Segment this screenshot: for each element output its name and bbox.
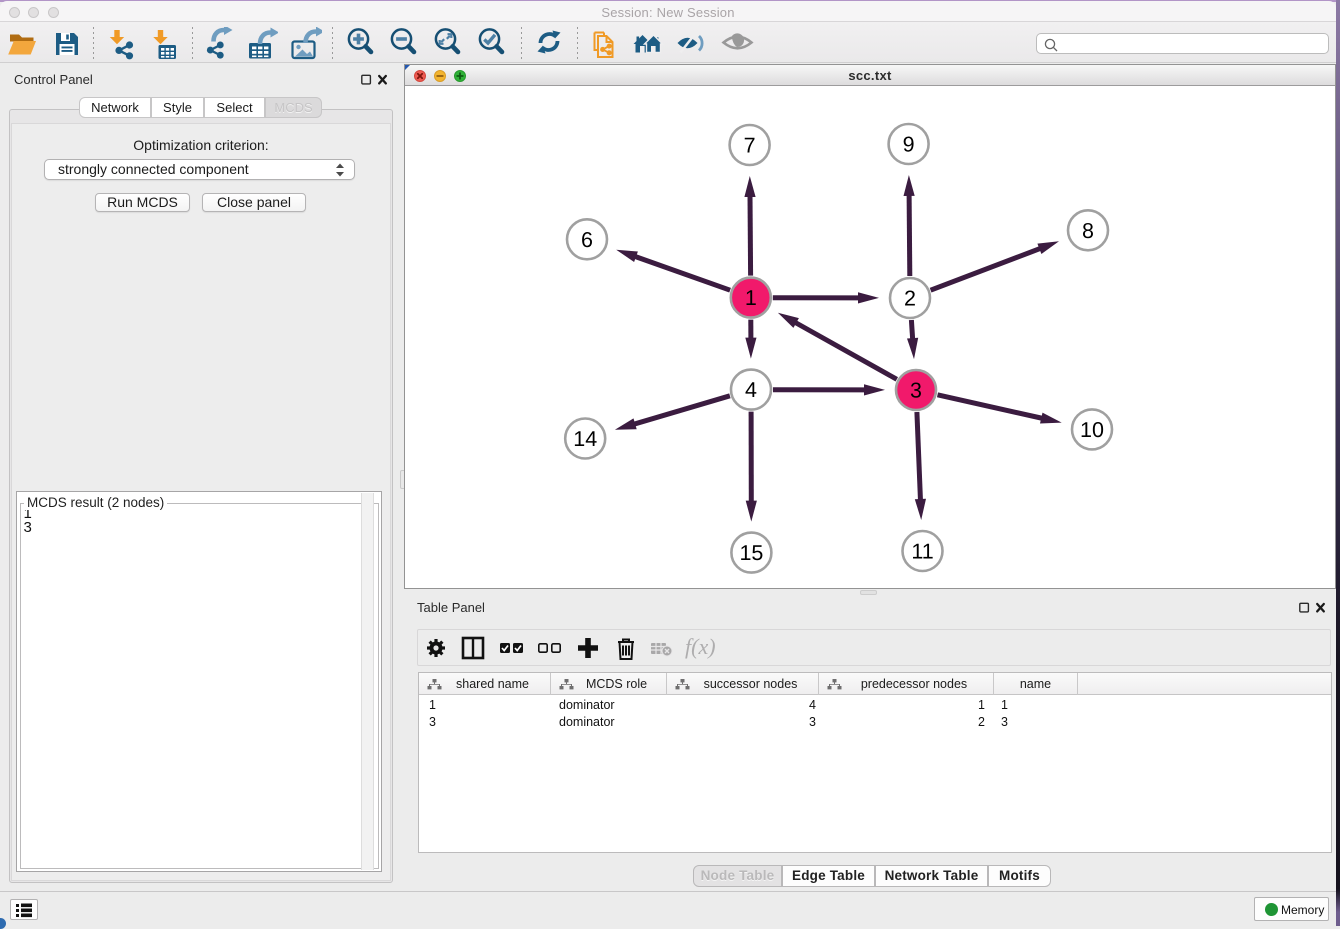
svg-text:11: 11 xyxy=(911,540,933,564)
svg-text:6: 6 xyxy=(581,228,593,252)
svg-text:10: 10 xyxy=(1080,418,1104,442)
svg-text:8: 8 xyxy=(1082,219,1094,243)
svg-text:2: 2 xyxy=(904,287,916,311)
svg-text:9: 9 xyxy=(903,133,915,157)
svg-text:14: 14 xyxy=(573,427,597,451)
svg-text:3: 3 xyxy=(910,379,922,403)
svg-text:4: 4 xyxy=(745,378,757,402)
svg-text:7: 7 xyxy=(744,134,756,158)
svg-text:1: 1 xyxy=(745,286,757,310)
svg-text:15: 15 xyxy=(739,541,763,565)
